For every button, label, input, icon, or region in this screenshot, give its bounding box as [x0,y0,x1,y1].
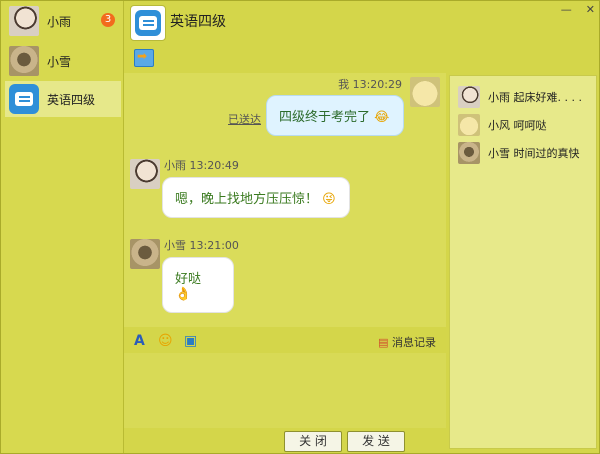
avatar [458,142,480,164]
close-button[interactable]: 关 闭 [284,431,342,452]
wink-emoji: 😜 [322,192,336,207]
my-avatar [410,77,440,107]
message-bubble: 四级终于考完了 😂 [266,95,404,136]
member-status-panel: 小雨 起床好难. . . . 小风 呵呵哒 小雪 时间过的真快 [449,75,597,449]
contact-item-english-cet4[interactable]: 英语四级 [5,81,121,117]
contact-item-xiaoyu[interactable]: 小雨 3 [5,3,121,39]
input-toolbar: A ☺ ▣ ▤ 消息记录 [124,331,446,353]
contact-item-xiaoxue[interactable]: 小雪 [5,43,121,79]
chat-group-icon [9,84,39,114]
history-icon: ▤ [378,336,389,349]
avatar [9,46,39,76]
chat-group-icon [130,5,166,41]
member-item[interactable]: 小风 呵呵哒 [458,112,547,138]
contact-name: 小雪 [47,54,72,69]
message-bubble: 好哒 👌 [162,257,234,313]
delivered-status: 已送达 [228,113,261,126]
window-controls: — ✕ [561,3,595,16]
avatar [130,239,160,269]
avatar [130,159,160,189]
message-meta: 小雨 13:20:49 [164,159,239,172]
contact-name: 英语四级 [47,92,96,107]
chat-header: 英语四级 — ✕ [124,1,599,73]
member-item[interactable]: 小雪 时间过的真快 [458,140,580,166]
avatar [458,86,480,108]
message-history-button[interactable]: ▤ 消息记录 [378,334,436,350]
member-item[interactable]: 小雨 起床好难. . . . [458,84,582,110]
chat-window: 小雨 3 小雪 英语四级 英语四级 — ✕ 我 13:20:29 四级终于考 [0,0,600,454]
avatar [458,114,480,136]
close-icon[interactable]: ✕ [586,3,595,16]
message-meta: 我 13:20:29 [338,78,402,91]
message-area[interactable]: 我 13:20:29 四级终于考完了 😂 已送达 小雨 13:20:49 嗯，晚… [124,73,446,327]
send-button[interactable]: 发 送 [347,431,405,452]
message-bubble: 嗯，晚上找地方压压惊！ 😜 [162,177,350,218]
contact-list: 小雨 3 小雪 英语四级 [1,1,124,453]
page-title: 英语四级 [170,14,226,30]
emoji-icon[interactable]: ☺ [158,333,173,349]
message-input[interactable] [124,353,446,428]
file-transfer-icon[interactable] [134,49,154,67]
screenshot-icon[interactable]: ▣ [184,333,197,349]
laugh-emoji: 😂 [374,110,390,125]
avatar [9,6,39,36]
font-icon[interactable]: A [134,333,145,349]
contact-name: 小雨 [47,14,72,29]
minimize-icon[interactable]: — [561,3,572,16]
unread-badge: 3 [101,13,115,27]
message-meta: 小雪 13:21:00 [164,239,239,252]
ok-hand-emoji: 👌 [175,287,192,302]
